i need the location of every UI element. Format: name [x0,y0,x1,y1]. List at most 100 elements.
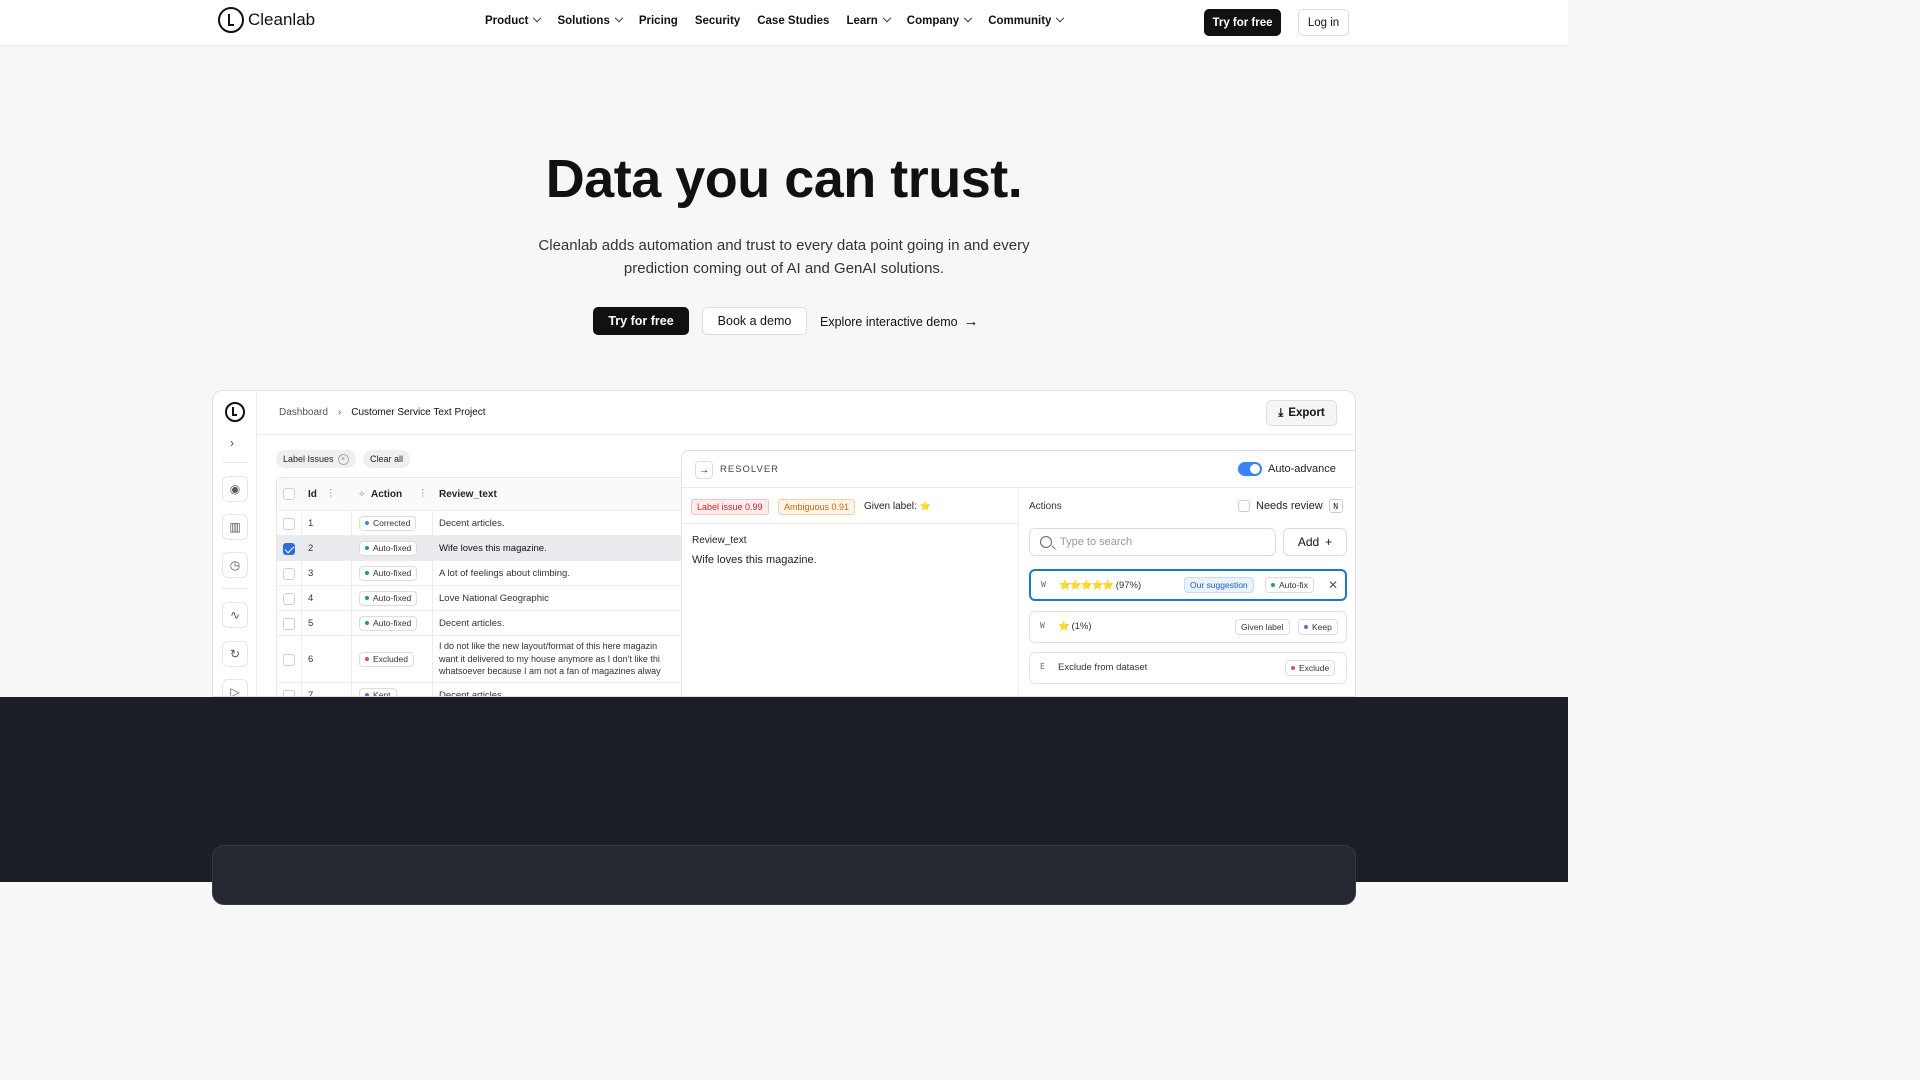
export-label: Export [1288,407,1325,419]
data-table: Id ⋮ ✧ Action ⋮ Review_text 1 Corrected De… [276,477,696,696]
add-button[interactable]: Add + [1283,528,1347,556]
row-checkbox[interactable] [283,517,295,530]
suggestion-badge: Our suggestion [1184,577,1254,593]
select-all-checkbox[interactable] [283,488,295,500]
breadcrumb: Dashboard › Customer Service Text Projec… [279,407,486,418]
breadcrumb-current: Customer Service Text Project [351,407,486,418]
option-confidence: (1%) [1071,621,1092,632]
row-checkbox[interactable] [283,542,295,555]
needs-review-control[interactable]: Needs review N [1238,499,1343,513]
chevron-down-icon [1056,13,1065,23]
nav-company[interactable]: Company [906,13,973,27]
column-header-action[interactable]: Action [371,489,402,500]
close-icon[interactable]: ✕ [1328,578,1338,592]
nav-pricing[interactable]: Pricing [639,15,678,27]
option-given-label[interactable]: W ⭐ (1%) Given label Keep [1029,611,1347,643]
clear-all-button[interactable]: Clear all [363,450,411,468]
option-confidence: (97%) [1115,580,1142,591]
status-dot [365,571,369,575]
row-checkbox[interactable] [283,617,295,630]
table-row[interactable]: 7 Kept Decent articles. [277,683,695,696]
arrow-right-icon[interactable]: → [695,461,713,479]
column-header-review[interactable]: Review_text [439,489,497,500]
review-text: Love National Geographic [439,592,549,604]
actions-label: Actions [1029,501,1062,512]
clock-icon[interactable]: ◷ [222,552,248,578]
ambiguous-badge: Ambiguous 0.91 [778,499,856,515]
action-badge: Auto-fixed [359,590,418,606]
status-dot [1304,625,1308,629]
table-row[interactable]: 3 Auto-fixed A lot of feelings about climb… [277,561,695,586]
auto-advance-toggle[interactable] [1238,462,1262,476]
nav-label: Learn [846,15,878,27]
row-checkbox[interactable] [283,567,295,580]
option-suggestion[interactable]: W ⭐⭐⭐⭐⭐ (97%) Our suggestion Auto-fix ✕ [1029,569,1347,601]
action-badge: Auto-fixed [359,540,418,556]
row-id: 6 [308,653,314,665]
table-row[interactable]: 6 Excluded I do not like the new layout/fo… [277,636,695,683]
nav-label: Case Studies [757,15,830,27]
nav-security[interactable]: Security [695,15,740,27]
status-dot [365,521,369,525]
status-dot [1271,583,1275,587]
action-badge: Kept [359,687,397,696]
table-row[interactable]: 4 Auto-fixed Love National Geographic [277,586,695,611]
review-field-value: Wife loves this magazine. [692,554,817,566]
needs-review-checkbox[interactable] [1238,500,1250,512]
action-badge: Corrected [359,515,417,531]
nav-learn[interactable]: Learn [846,13,892,27]
activity-icon[interactable]: ∿ [222,602,248,628]
row-id: 5 [308,617,314,629]
row-checkbox[interactable] [283,653,295,666]
header-try-button[interactable]: Try for free [1204,9,1281,36]
app-preview: › ◉ ▥ ◷ ∿ ↻ ▷ Dashboard › Customer Servi… [212,390,1356,697]
column-menu-icon[interactable]: ⋮ [418,488,428,499]
nav-label: Company [906,15,960,27]
status-dot [1291,666,1295,670]
play-icon[interactable]: ▷ [222,679,248,696]
book-demo-button[interactable]: Book a demo [702,307,807,335]
refresh-icon[interactable]: ↻ [222,641,248,667]
eye-icon[interactable]: ◉ [222,476,248,502]
table-row[interactable]: 5 Auto-fixed Decent articles. [277,611,695,636]
chart-icon[interactable]: ▥ [222,514,248,540]
row-checkbox[interactable] [283,689,295,696]
breadcrumb-root[interactable]: Dashboard [279,407,328,418]
login-button[interactable]: Log in [1298,9,1349,36]
table-header: Id ⋮ ✧ Action ⋮ Review_text [277,478,695,511]
badge-label: Auto-fix [1279,580,1308,590]
row-id: 3 [308,567,314,579]
row-checkbox[interactable] [283,592,295,605]
nav-case-studies[interactable]: Case Studies [757,15,829,27]
nav-label: Community [988,15,1052,27]
filter-chip-label-issues[interactable]: Label Issues × [276,450,356,468]
panel-divider [1018,488,1019,696]
column-header-id[interactable]: Id [308,489,317,500]
export-button[interactable]: ⤓ Export [1266,400,1337,426]
explore-demo-link[interactable]: Explore interactive demo → [820,313,979,330]
status-dot [365,657,369,661]
chevron-right-icon[interactable]: › [230,436,234,450]
table-row[interactable]: 2 Auto-fixed Wife loves this magazine. [277,536,695,561]
option-label: ⭐⭐⭐⭐⭐ (97%) [1059,580,1141,591]
star-icon: ⭐ [919,501,931,511]
chevron-down-icon [614,13,624,23]
close-icon[interactable]: × [337,453,349,465]
table-row[interactable]: 1 Corrected Decent articles. [277,511,695,536]
nav-solutions[interactable]: Solutions [557,13,624,27]
option-label: ⭐ (1%) [1058,621,1092,632]
nav-product[interactable]: Product [485,13,542,27]
option-exclude[interactable]: E Exclude from dataset Exclude [1029,652,1347,684]
nav-community[interactable]: Community [988,13,1065,27]
search-input[interactable]: Type to search [1029,528,1276,556]
brand-logo[interactable]: Cleanlab [218,7,315,33]
column-menu-icon[interactable]: ⋮ [326,488,336,499]
row-id: 1 [308,517,314,529]
plus-icon: + [1325,535,1333,549]
chevron-down-icon [533,13,542,23]
hero-try-button[interactable]: Try for free [593,307,689,335]
exclude-badge: Exclude [1285,660,1336,676]
logo-mark[interactable] [225,402,245,422]
search-icon [1040,536,1052,548]
shortcut-key: N [1328,499,1343,513]
